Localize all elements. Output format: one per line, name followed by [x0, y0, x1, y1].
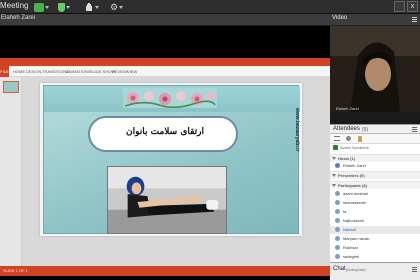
file-tab[interactable]: FILE	[0, 66, 9, 77]
slide-thumbnail-pane	[0, 77, 22, 266]
participant-icon	[335, 236, 340, 241]
share-pod-presenter: Elaheh Zarei	[1, 15, 36, 21]
tab-review[interactable]: REVIEW	[112, 69, 128, 74]
tab-home[interactable]: HOME	[13, 69, 25, 74]
adobe-connect-window: Meeting ⚙ x Elaheh Zarei FILE HOME DESIG…	[0, 0, 420, 280]
powerpoint-window: FILE HOME DESIGN TRANSITIONS ANIMATIONS …	[0, 58, 330, 276]
app-title: Meeting	[0, 1, 29, 10]
slide-title-box: ارتقای سلامت بانوان	[88, 116, 238, 152]
attendee-name: azam moshari	[343, 191, 369, 196]
minimize-button[interactable]	[394, 1, 405, 12]
slide-count-status: SLIDE 1 OF 1	[3, 268, 28, 273]
app-menu-bar: Meeting ⚙ x	[0, 0, 420, 14]
attendee-group-presenters[interactable]: Presenters (0)	[330, 171, 420, 179]
hand-icon	[86, 3, 92, 11]
participant-icon	[335, 245, 340, 250]
slide-title: ارتقای سلامت بانوان	[125, 127, 205, 137]
list-item[interactable]: shamsrazabi	[330, 199, 420, 207]
chevron-down-icon	[45, 5, 49, 9]
slide: ارتقای سلامت بانوان www.bazaaryabi.ir	[40, 83, 302, 236]
attendee-name: hajihosseini	[343, 218, 364, 223]
participant-icon	[335, 191, 340, 196]
floral-ornament-image	[123, 88, 217, 108]
list-view-icon[interactable]	[334, 136, 340, 141]
ribbon-tabs: FILE HOME DESIGN TRANSITIONS ANIMATIONS …	[0, 66, 330, 77]
attendee-name: Rokhsar	[343, 245, 358, 250]
active-speakers-label: Active Speakers	[340, 145, 369, 150]
share-pod-header: Elaheh Zarei	[0, 14, 330, 26]
attendees-title: Attendees	[333, 126, 361, 132]
list-item[interactable]: Elaheh Zarei	[330, 162, 420, 170]
list-item[interactable]: sadeghei	[330, 253, 420, 261]
slide-side-url: www.bazaaryabi.ir	[294, 108, 300, 152]
group-label: Hosts (1)	[338, 156, 356, 161]
attendee-name: fa	[343, 209, 347, 214]
stretching-woman-photo	[107, 166, 227, 234]
tab-animations[interactable]: ANIMATIONS	[66, 69, 91, 74]
tab-design[interactable]: DESIGN	[26, 69, 41, 74]
microphone-button[interactable]	[34, 2, 49, 12]
video-pod-header: Video	[330, 14, 420, 26]
attendee-list: Active Speakers Hosts (1) Elaheh Zarei P…	[330, 144, 420, 262]
list-item[interactable]: hajihosseini	[330, 217, 420, 225]
speaker-icon	[333, 145, 338, 150]
webcam-feed: Elaheh Zarei	[330, 26, 420, 112]
person-icon[interactable]	[346, 136, 351, 141]
tab-transitions[interactable]: TRANSITIONS	[42, 69, 69, 74]
host-icon	[335, 163, 340, 168]
participant-icon	[335, 227, 340, 232]
active-speakers-row: Active Speakers	[330, 144, 420, 152]
attendees-menu-icon[interactable]	[412, 127, 417, 132]
webcam-image	[330, 26, 420, 112]
attendee-group-hosts[interactable]: Hosts (1)	[330, 154, 420, 162]
list-item[interactable]: Maryam navab	[330, 235, 420, 243]
group-label: Participants (8)	[338, 183, 367, 188]
attendee-name: Maryam navab	[343, 236, 370, 241]
raise-hand-button[interactable]	[84, 2, 99, 12]
attendee-name: Nahadi	[343, 227, 356, 232]
chevron-down-icon	[95, 5, 99, 9]
raised-hand-icon[interactable]	[358, 136, 362, 142]
participant-icon	[335, 254, 340, 259]
chevron-down-icon	[332, 174, 336, 177]
list-item[interactable]: fa	[330, 208, 420, 216]
list-item[interactable]: Nahadi	[330, 226, 420, 234]
participant-icon	[335, 218, 340, 223]
attendee-name: Elaheh Zarei	[343, 163, 366, 168]
gear-icon: ⚙	[110, 2, 119, 12]
tab-view[interactable]: VIEW	[127, 69, 137, 74]
participant-icon	[335, 209, 340, 214]
group-label: Presenters (0)	[338, 173, 365, 178]
chevron-down-icon	[332, 157, 336, 160]
slide-background: ارتقای سلامت بانوان www.bazaaryabi.ir	[43, 85, 300, 234]
attendee-name: shamsrazabi	[343, 200, 366, 205]
video-pod-title: Video	[332, 15, 348, 21]
chevron-down-icon	[66, 5, 70, 9]
attendees-toolbar	[330, 134, 420, 144]
webcam-participant-name: Elaheh Zarei	[336, 106, 359, 111]
chat-audience: (Everyone)	[346, 267, 366, 272]
attendees-count: (9)	[362, 127, 369, 133]
video-pod-menu-icon[interactable]	[412, 17, 417, 22]
chevron-down-icon	[332, 184, 336, 187]
close-button[interactable]: x	[407, 1, 418, 12]
slide-editor-canvas: ارتقای سلامت بانوان www.bazaaryabi.ir	[22, 77, 330, 266]
powerpoint-status-bar: SLIDE 1 OF 1	[0, 266, 330, 276]
slide-thumbnail[interactable]	[3, 81, 19, 93]
attendee-name: sadeghei	[343, 254, 360, 259]
chat-pod-header: Chat (Everyone)	[330, 262, 420, 280]
powerpoint-title-bar	[0, 58, 330, 66]
chat-title: Chat	[333, 266, 346, 272]
list-item[interactable]: Rokhsar	[330, 244, 420, 252]
settings-button[interactable]: ⚙	[110, 2, 124, 12]
webcam-icon	[58, 2, 65, 12]
participant-icon	[335, 200, 340, 205]
chevron-down-icon	[119, 5, 124, 9]
chat-menu-icon[interactable]	[412, 267, 417, 272]
list-item[interactable]: azam moshari	[330, 190, 420, 198]
webcam-button[interactable]	[58, 2, 70, 12]
attendees-pod-header: Attendees (9)	[330, 124, 420, 134]
attendee-group-participants[interactable]: Participants (8)	[330, 181, 420, 189]
microphone-icon	[34, 2, 44, 12]
